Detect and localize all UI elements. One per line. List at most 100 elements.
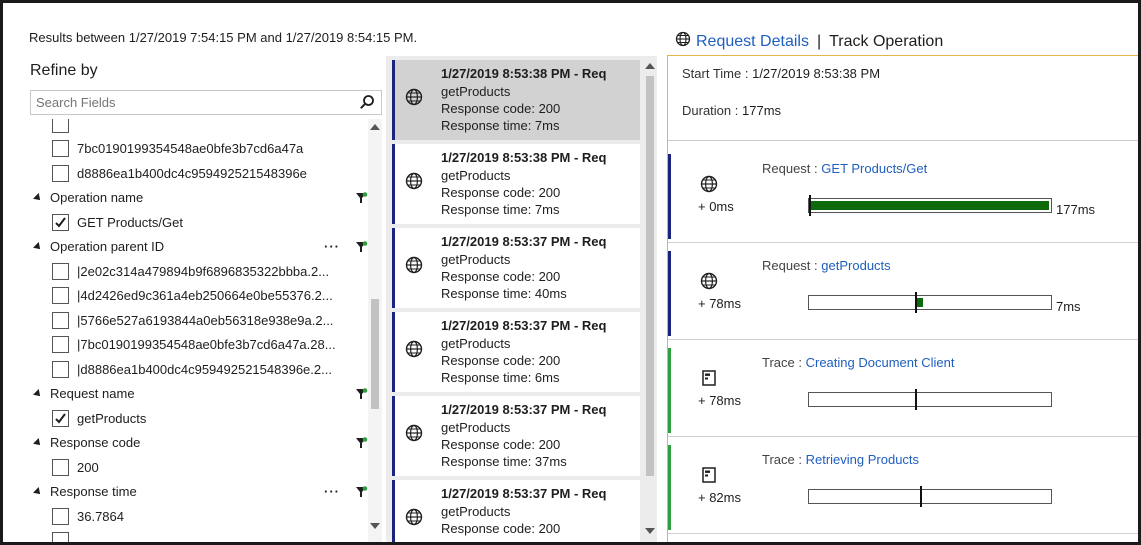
facet-value[interactable]: 200: [52, 455, 99, 479]
response-time: Response time: 7ms: [441, 118, 560, 133]
facet-value[interactable]: |5766e527a6193844a0eb56318e938e9a.2...: [52, 308, 333, 332]
operation-type: Trace :: [762, 355, 802, 370]
checkbox[interactable]: [52, 262, 69, 280]
facet-value[interactable]: getProducts: [52, 406, 146, 430]
scroll-up-icon[interactable]: [645, 63, 655, 69]
facet-value[interactable]: [52, 119, 77, 136]
search-icon[interactable]: [359, 94, 375, 110]
checkbox[interactable]: [52, 140, 69, 157]
operation-offset: + 78ms: [698, 393, 741, 408]
facet-value[interactable]: 7bc0190199354548ae0bfe3b7cd6a47a: [52, 137, 303, 161]
filter-icon[interactable]: [354, 191, 368, 205]
operation-offset: + 78ms: [698, 296, 741, 311]
scroll-up-icon[interactable]: [370, 124, 380, 130]
duration-value: 177ms: [742, 103, 782, 118]
operation-row[interactable]: + 82ms Trace : Retrieving Products: [668, 442, 1138, 534]
operation-label: Request : GET Products/Get: [762, 161, 927, 176]
search-field-box[interactable]: [30, 90, 382, 115]
operation-type: Request :: [762, 258, 818, 273]
duration: Duration : 177ms: [682, 103, 781, 118]
facet-value[interactable]: GET Products/Get: [52, 210, 183, 234]
operation-timeline: [808, 389, 1052, 410]
tab-request-details[interactable]: Request Details: [696, 33, 809, 51]
facet-group[interactable]: Request name: [33, 382, 368, 406]
request-list-scrollbar[interactable]: [643, 56, 657, 542]
facet-group[interactable]: Response time ···: [33, 480, 368, 504]
more-options-icon[interactable]: ···: [324, 239, 340, 254]
operation-link[interactable]: Creating Document Client: [806, 355, 955, 370]
facet-group-label: Response code: [50, 435, 141, 450]
checkbox[interactable]: [52, 164, 69, 182]
facet-scrollbar[interactable]: [368, 119, 382, 542]
checkbox[interactable]: [52, 458, 69, 476]
globe-icon: [405, 256, 423, 274]
request-list-item[interactable]: 1/27/2019 8:53:38 PM - Req getProducts Res…: [392, 144, 640, 224]
filter-icon[interactable]: [354, 436, 368, 450]
search-fields-input[interactable]: [31, 91, 351, 114]
request-list-item[interactable]: 1/27/2019 8:53:37 PM - Req getProducts Res…: [392, 312, 640, 392]
divider: [668, 436, 1138, 437]
response-time: Response time: 37ms: [441, 454, 567, 469]
collapse-triangle-icon[interactable]: [33, 486, 43, 497]
request-list-item[interactable]: 1/27/2019 8:53:37 PM - Req getProducts Res…: [392, 396, 640, 476]
scroll-down-icon[interactable]: [645, 528, 655, 534]
collapse-triangle-icon[interactable]: [33, 241, 43, 252]
scroll-thumb[interactable]: [371, 299, 379, 409]
facet-group-label: Operation parent ID: [50, 239, 165, 254]
response-code: Response code: 200: [441, 521, 561, 536]
checkbox[interactable]: [52, 119, 69, 133]
start-marker: [915, 292, 917, 313]
facet-value-label: |2e02c314a479894b9f6896835322bbba.2...: [77, 263, 330, 279]
operation-duration: 177ms: [1056, 202, 1096, 217]
checkbox[interactable]: [52, 311, 69, 329]
collapse-triangle-icon[interactable]: [33, 192, 43, 203]
facet-value[interactable]: |7bc0190199354548ae0bfe3b7cd6a47a.28...: [52, 333, 336, 357]
checkbox[interactable]: [52, 507, 69, 525]
operation-row[interactable]: + 78ms Request : getProducts 7ms: [668, 248, 1138, 340]
response-code: Response code: 200: [441, 269, 561, 284]
globe-icon: [700, 175, 718, 193]
refine-title: Refine by: [30, 62, 98, 79]
checkbox[interactable]: [52, 336, 69, 353]
operation-timeline: [808, 195, 1052, 216]
facet-value[interactable]: d8886ea1b400dc4c959492521548396e: [52, 161, 307, 185]
facet-value[interactable]: |2e02c314a479894b9f6896835322bbba.2...: [52, 259, 329, 283]
filter-icon[interactable]: [354, 387, 368, 401]
request-timestamp: 1/27/2019 8:53:38 PM - Req: [441, 66, 607, 81]
globe-icon: [405, 88, 423, 106]
divider: [668, 533, 1138, 534]
more-options-icon[interactable]: ···: [324, 484, 340, 499]
operation-label: Trace : Retrieving Products: [762, 452, 919, 467]
facet-value-label: 36.7864: [77, 508, 124, 524]
facet-value[interactable]: |4d2426ed9c361a4eb250664e0be55376.2...: [52, 284, 333, 308]
filter-icon[interactable]: [354, 240, 368, 254]
operation-row[interactable]: + 0ms Request : GET Products/Get 177ms: [668, 151, 1138, 243]
globe-icon: [675, 31, 691, 52]
filter-icon[interactable]: [354, 485, 368, 499]
scroll-down-icon[interactable]: [370, 523, 380, 529]
operation-link[interactable]: getProducts: [821, 258, 890, 273]
facet-group[interactable]: Operation name: [33, 186, 368, 210]
checkbox[interactable]: [52, 409, 69, 427]
checkbox[interactable]: [52, 287, 69, 304]
request-list-item[interactable]: 1/27/2019 8:53:37 PM - Req getProducts Res…: [392, 228, 640, 308]
operation-row[interactable]: + 78ms Trace : Creating Document Client: [668, 345, 1138, 437]
request-list-item[interactable]: 1/27/2019 8:53:38 PM - Req getProducts Res…: [392, 60, 640, 140]
operation-link[interactable]: GET Products/Get: [821, 161, 927, 176]
facet-group[interactable]: Response code: [33, 431, 368, 455]
facet-group[interactable]: Operation parent ID ···: [33, 235, 368, 259]
operation-link[interactable]: Retrieving Products: [806, 452, 919, 467]
scroll-thumb[interactable]: [646, 76, 654, 476]
facet-value[interactable]: |d8886ea1b400dc4c959492521548396e.2...: [52, 357, 332, 381]
request-name: getProducts: [441, 336, 511, 351]
tab-track-operation[interactable]: Track Operation: [829, 33, 943, 51]
facet-value[interactable]: [52, 529, 77, 542]
collapse-triangle-icon[interactable]: [33, 437, 43, 448]
request-list-item[interactable]: 1/27/2019 8:53:37 PM - Req getProducts Res…: [392, 480, 640, 542]
checkbox[interactable]: [52, 213, 69, 231]
facet-list: 7bc0190199354548ae0bfe3b7cd6a47a d8886ea1…: [30, 119, 368, 542]
checkbox[interactable]: [52, 360, 69, 378]
facet-value[interactable]: 36.7864: [52, 504, 124, 528]
checkbox[interactable]: [52, 532, 69, 542]
collapse-triangle-icon[interactable]: [33, 388, 43, 399]
